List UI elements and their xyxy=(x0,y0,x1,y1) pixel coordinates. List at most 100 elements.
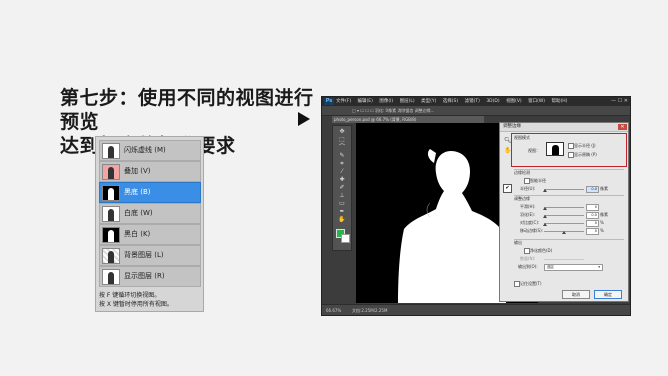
healing-tool-icon[interactable]: ✚ xyxy=(337,176,347,183)
radius-slider[interactable] xyxy=(544,189,584,190)
feather-label: 羽化(E): xyxy=(520,212,535,217)
toolbox: ✥ ⬚ ⌒ ✎ ⌗ ⁄ ✚ ✐ ⊥ ▭ ✒ ✋ xyxy=(332,125,352,251)
amount-label: 数量(N): xyxy=(520,256,536,261)
menu-edit[interactable]: 编辑(E) xyxy=(358,99,373,104)
options-bar: □ ▾ ☐ ☐ ☐ 羽化: 0像素 消除锯齿 调整边缘... xyxy=(322,106,630,116)
view-mode-label: 背景图层 (L) xyxy=(124,251,164,259)
menu-layer[interactable]: 图层(L) xyxy=(400,99,415,104)
view-mode-black-white[interactable]: 黑白 (K) xyxy=(99,224,201,245)
close-icon[interactable]: ✕ xyxy=(618,124,627,130)
view-mode-label: 黑白 (K) xyxy=(124,230,151,238)
radius-field[interactable]: 0.0 xyxy=(586,186,599,193)
eraser-tool-icon[interactable]: ▭ xyxy=(337,200,347,207)
menu-file[interactable]: 文件(F) xyxy=(336,99,351,104)
brush-tool-icon[interactable]: ✐ xyxy=(337,184,347,191)
menu-select[interactable]: 选择(S) xyxy=(443,99,458,104)
view-mode-on-black[interactable]: 黑底 (B) xyxy=(99,182,201,203)
menu-window[interactable]: 窗口(W) xyxy=(528,99,545,104)
play-arrow-icon xyxy=(298,112,310,126)
menu-items: 文件(F) 编辑(E) 图像(I) 图层(L) 类型(Y) 选择(S) 滤镜(T… xyxy=(336,98,572,104)
marquee-tool-icon[interactable]: ⬚ xyxy=(337,136,347,143)
shift-edge-field[interactable]: 0 xyxy=(586,228,599,235)
view-thumbnail-icon xyxy=(102,248,120,264)
status-bar: 66.67% 文档:2.25M/2.25M xyxy=(322,304,630,315)
background-color-swatch[interactable] xyxy=(341,234,350,243)
menu-3d[interactable]: 3D(D) xyxy=(486,99,499,104)
view-mode-label: 叠加 (V) xyxy=(124,167,151,175)
view-mode-on-white[interactable]: 白底 (W) xyxy=(99,203,201,224)
menu-type[interactable]: 类型(Y) xyxy=(421,99,436,104)
view-mode-highlight: 视图模式 视图： 显示半径 (J) 显示原稿 (P) xyxy=(511,133,627,167)
divider xyxy=(514,169,624,170)
edge-detection-label: 边缘检测 xyxy=(514,170,530,175)
view-mode-on-layers[interactable]: 背景图层 (L) xyxy=(99,245,201,266)
view-label: 视图： xyxy=(528,148,540,153)
window-controls[interactable]: — ☐ ✕ xyxy=(611,98,628,104)
divider xyxy=(514,195,624,196)
divider xyxy=(514,239,624,240)
ok-button[interactable]: 确定 xyxy=(594,290,622,299)
shift-edge-unit: % xyxy=(600,228,604,233)
shift-edge-slider-knob[interactable] xyxy=(562,231,566,234)
radius-slider-knob[interactable] xyxy=(543,189,547,192)
view-thumbnail-icon xyxy=(102,206,120,222)
feather-slider[interactable] xyxy=(544,215,584,216)
view-mode-panel: 闪烁虚线 (M) 叠加 (V) 黑底 (B) 白底 (W) 黑白 (K) 背景图… xyxy=(95,136,204,312)
contrast-field[interactable]: 0 xyxy=(586,220,599,227)
move-tool-icon[interactable]: ✥ xyxy=(337,128,347,135)
smooth-slider[interactable] xyxy=(544,207,584,208)
smooth-label: 平滑(H): xyxy=(520,204,536,209)
show-radius-label: 显示半径 (J) xyxy=(574,143,596,148)
hand-tool-icon[interactable]: ✋ xyxy=(337,216,347,223)
view-mode-overlay[interactable]: 叠加 (V) xyxy=(99,161,201,182)
menu-filter[interactable]: 滤镜(T) xyxy=(465,99,480,104)
contrast-unit: % xyxy=(600,220,604,225)
pen-tool-icon[interactable]: ✒ xyxy=(337,208,347,215)
amount-slider[interactable] xyxy=(544,259,584,260)
view-hint-x: 按 X 键暂时停用所有视图。 xyxy=(99,301,173,308)
view-mode-reveal-layer[interactable]: 显示图层 (R) xyxy=(99,266,201,287)
view-mode-dropdown[interactable] xyxy=(546,142,564,156)
document-tab[interactable]: photo_person.psd @ 66.7% (背景, RGB/8) xyxy=(332,116,484,123)
options-text[interactable]: □ ▾ ☐ ☐ ☐ 羽化: 0像素 消除锯齿 调整边缘... xyxy=(352,108,434,114)
eyedropper-tool-icon[interactable]: ⁄ xyxy=(337,168,347,175)
feather-field[interactable]: 0.0 xyxy=(586,212,599,219)
stamp-tool-icon[interactable]: ⊥ xyxy=(337,192,347,199)
view-mode-label: 闪烁虚线 (M) xyxy=(124,146,166,154)
view-thumbnail-icon xyxy=(102,185,120,201)
view-mode-marching-ants[interactable]: 闪烁虚线 (M) xyxy=(99,140,201,161)
adjust-edge-label: 调整边缘 xyxy=(514,196,530,201)
output-section-label: 输出 xyxy=(514,240,522,245)
dialog-titlebar: 调整边缘 ✕ xyxy=(500,123,628,132)
remember-settings-label: 记住设置(T) xyxy=(520,281,542,286)
view-thumbnail-icon xyxy=(102,143,120,159)
feather-slider-knob[interactable] xyxy=(543,215,547,218)
contrast-slider-knob[interactable] xyxy=(543,223,547,226)
menu-image[interactable]: 图像(I) xyxy=(379,99,393,104)
document-info: 文档:2.25M/2.25M xyxy=(352,308,388,313)
lasso-tool-icon[interactable]: ⌒ xyxy=(337,144,347,151)
view-mode-label: 白底 (W) xyxy=(124,209,153,217)
photoshop-window: Ps 文件(F) 编辑(E) 图像(I) 图层(L) 类型(Y) 选择(S) 滤… xyxy=(321,96,631,316)
refine-radius-brush-icon[interactable]: ✔ xyxy=(503,184,512,193)
menu-view[interactable]: 视图(V) xyxy=(506,99,522,104)
zoom-level[interactable]: 66.67% xyxy=(326,308,341,313)
output-to-select[interactable]: 选区 ▾ xyxy=(544,264,603,271)
smart-radius-label: 智能半径 xyxy=(530,178,546,183)
view-mode-section-label: 视图模式 xyxy=(514,135,530,140)
crop-tool-icon[interactable]: ⌗ xyxy=(337,160,347,167)
contrast-slider[interactable] xyxy=(544,223,584,224)
heading-line-1: 第七步：使用不同的视图进行预览 xyxy=(60,87,314,133)
quick-select-tool-icon[interactable]: ✎ xyxy=(337,152,347,159)
smooth-field[interactable]: 0 xyxy=(586,204,599,211)
photoshop-logo: Ps xyxy=(324,98,334,105)
view-mode-label: 显示图层 (R) xyxy=(124,272,165,280)
smooth-slider-knob[interactable] xyxy=(543,207,547,210)
cancel-button[interactable]: 取消 xyxy=(562,290,590,299)
view-mode-label: 黑底 (B) xyxy=(124,188,151,196)
menu-bar: Ps 文件(F) 编辑(E) 图像(I) 图层(L) 类型(Y) 选择(S) 滤… xyxy=(322,97,630,106)
radius-unit: 像素 xyxy=(600,186,608,191)
view-thumbnail-icon xyxy=(102,227,120,243)
menu-help[interactable]: 帮助(H) xyxy=(552,99,568,104)
contrast-label: 对比度(C): xyxy=(520,220,540,225)
